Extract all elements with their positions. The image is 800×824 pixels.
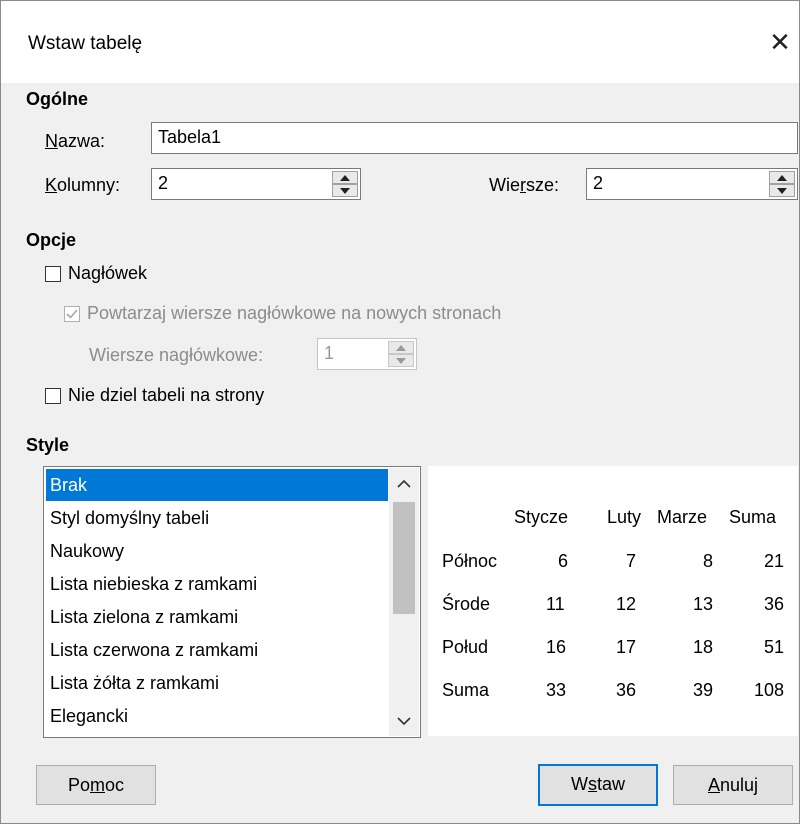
heading-rows-stepper[interactable] bbox=[388, 341, 414, 367]
insert-table-dialog: Wstaw tabelę ✕ Ogólne Nazwa: Tabela1 Kol… bbox=[0, 0, 800, 824]
heading-rows-value: 1 bbox=[324, 343, 335, 363]
list-item[interactable]: Lista czerwona z ramkami bbox=[46, 634, 388, 666]
increment-icon[interactable] bbox=[388, 341, 414, 354]
preview-cell: 39 bbox=[693, 680, 714, 700]
columns-spinbox[interactable]: 2 bbox=[151, 168, 361, 200]
close-icon[interactable]: ✕ bbox=[763, 25, 797, 59]
columns-value: 2 bbox=[158, 173, 169, 193]
list-item[interactable]: Styl domyślny tabeli bbox=[46, 502, 388, 534]
scrollbar-thumb[interactable] bbox=[393, 502, 415, 614]
chevron-down-icon[interactable] bbox=[397, 716, 411, 726]
preview-row-label: Środe bbox=[442, 594, 491, 614]
preview-cell: 7 bbox=[626, 551, 637, 571]
list-item[interactable]: Lista niebieska z ramkami bbox=[46, 568, 388, 600]
header-checkbox-label: Nagłówek bbox=[68, 263, 148, 283]
preview-column-header: Suma bbox=[729, 507, 777, 527]
preview-row-label: Połud bbox=[442, 637, 489, 657]
insert-button[interactable]: Wstaw bbox=[538, 764, 658, 806]
list-item[interactable]: Brak bbox=[46, 469, 388, 501]
name-input[interactable]: Tabela1 bbox=[151, 122, 798, 154]
styles-listbox[interactable]: Brak Styl domyślny tabeli Naukowy Lista … bbox=[43, 466, 421, 738]
options-heading: Opcje bbox=[26, 230, 77, 250]
list-item[interactable]: Lista żółta z ramkami bbox=[46, 667, 388, 699]
repeat-header-label: Powtarzaj wiersze nagłówkowe na nowych s… bbox=[87, 303, 502, 323]
list-item[interactable]: Elegancki bbox=[46, 700, 388, 732]
preview-cell: 21 bbox=[764, 551, 785, 571]
help-button[interactable]: Pomoc bbox=[36, 765, 156, 805]
preview-cell: 17 bbox=[616, 637, 637, 657]
decrement-icon[interactable] bbox=[332, 184, 358, 197]
columns-label: Kolumny: bbox=[45, 175, 121, 195]
preview-cell: 18 bbox=[693, 637, 714, 657]
preview-cell: 36 bbox=[616, 680, 637, 700]
preview-column-header: Marze bbox=[657, 507, 708, 527]
repeat-header-checkbox[interactable] bbox=[64, 306, 80, 322]
preview-cell: 33 bbox=[546, 680, 567, 700]
preview-cell: 11 bbox=[546, 594, 565, 614]
preview-cell: 12 bbox=[616, 594, 637, 614]
decrement-icon[interactable] bbox=[769, 184, 795, 197]
chevron-up-icon[interactable] bbox=[397, 479, 411, 489]
preview-cell: 16 bbox=[546, 637, 567, 657]
checkmark-icon bbox=[66, 309, 78, 319]
list-item[interactable]: Naukowy bbox=[46, 535, 388, 567]
increment-icon[interactable] bbox=[332, 171, 358, 184]
rows-label: Wiersze: bbox=[489, 175, 560, 195]
rows-spinbox[interactable]: 2 bbox=[586, 168, 798, 200]
preview-cell: 36 bbox=[764, 594, 785, 614]
increment-icon[interactable] bbox=[769, 171, 795, 184]
styles-heading: Style bbox=[26, 435, 70, 455]
table-preview: Stycze Luty Marze Suma Północ 6 7 8 21 Ś… bbox=[428, 466, 798, 736]
preview-cell: 8 bbox=[703, 551, 714, 571]
decrement-icon[interactable] bbox=[388, 354, 414, 367]
rows-stepper[interactable] bbox=[769, 171, 795, 197]
heading-rows-label: Wiersze nagłówkowe: bbox=[89, 345, 264, 365]
styles-scrollbar[interactable] bbox=[389, 468, 419, 736]
list-item[interactable]: Lista zielona z ramkami bbox=[46, 601, 388, 633]
general-heading: Ogólne bbox=[26, 89, 88, 109]
title-bar: Wstaw tabelę ✕ bbox=[1, 1, 799, 83]
header-checkbox[interactable] bbox=[45, 266, 61, 282]
preview-row-label: Suma bbox=[442, 680, 490, 700]
preview-column-header: Stycze bbox=[514, 507, 569, 527]
preview-cell: 108 bbox=[754, 680, 785, 700]
preview-cell: 13 bbox=[693, 594, 714, 614]
columns-stepper[interactable] bbox=[332, 171, 358, 197]
preview-row-label: Północ bbox=[442, 551, 498, 571]
dont-split-label: Nie dziel tabeli na strony bbox=[68, 385, 265, 405]
preview-column-header: Luty bbox=[607, 507, 642, 527]
heading-rows-spinbox[interactable]: 1 bbox=[317, 338, 417, 370]
dialog-title: Wstaw tabelę bbox=[28, 33, 143, 54]
preview-cell: 51 bbox=[764, 637, 785, 657]
cancel-button[interactable]: Anuluj bbox=[673, 765, 793, 805]
name-label: Nazwa: bbox=[45, 131, 106, 151]
preview-cell: 6 bbox=[558, 551, 569, 571]
rows-value: 2 bbox=[593, 173, 604, 193]
dont-split-checkbox[interactable] bbox=[45, 388, 61, 404]
